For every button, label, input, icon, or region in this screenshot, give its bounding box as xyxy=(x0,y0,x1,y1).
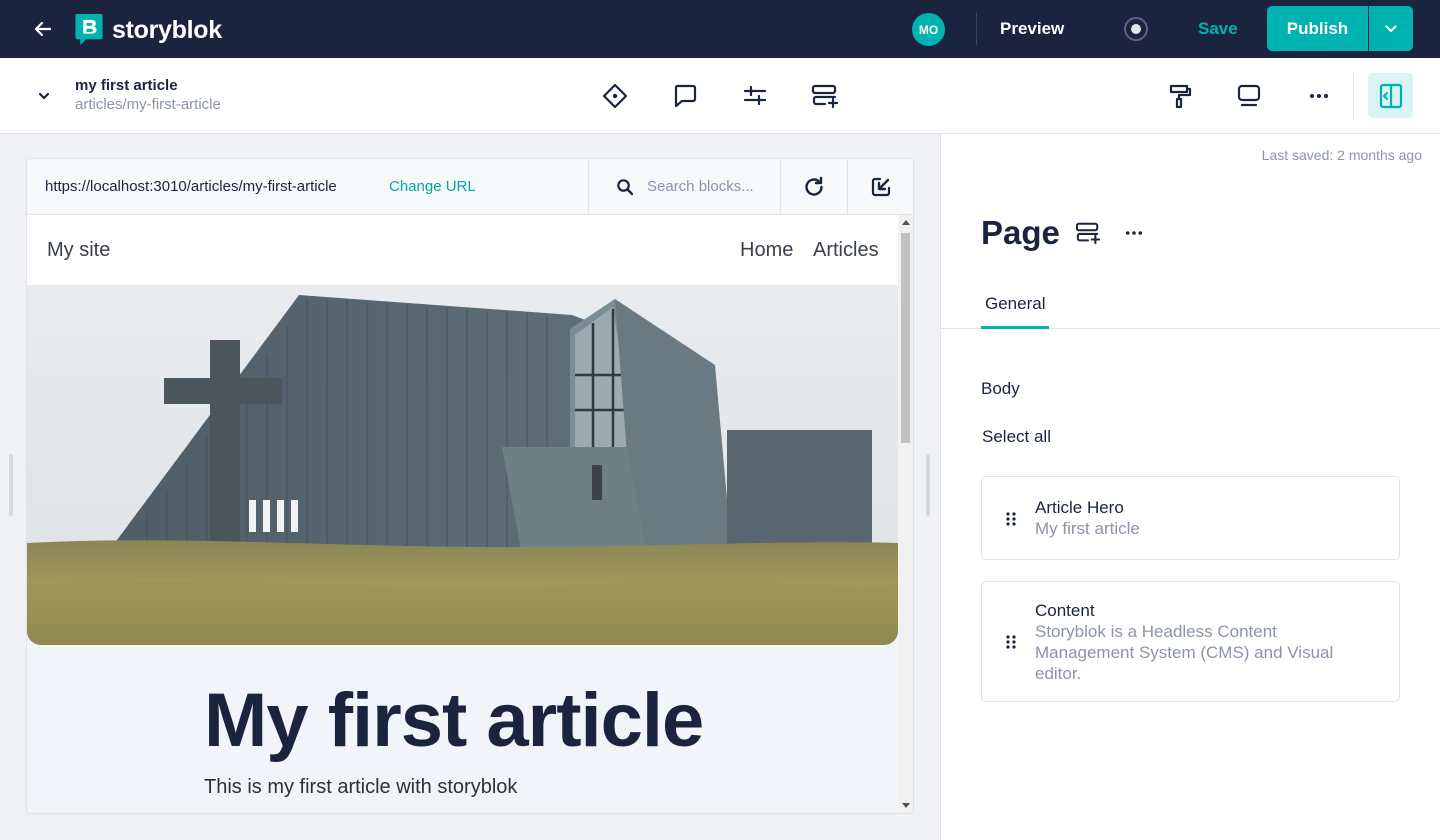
divider xyxy=(976,13,977,45)
toggle-panel-button[interactable] xyxy=(1368,73,1413,118)
reload-button[interactable] xyxy=(780,159,847,214)
storyblok-logo[interactable]: storyblok xyxy=(75,14,222,46)
chevron-down-icon xyxy=(1385,24,1397,32)
scroll-thumb[interactable] xyxy=(901,233,910,443)
top-bar: storyblok MO Preview Save Publish xyxy=(0,0,1440,58)
scroll-up-arrow-icon[interactable] xyxy=(902,220,910,225)
search-blocks xyxy=(588,159,780,214)
refresh-icon xyxy=(805,176,823,196)
chevron-down-icon xyxy=(38,92,50,100)
story-title: my first article xyxy=(75,77,178,94)
site-preview: My site Home Articles My first article T… xyxy=(27,215,898,813)
block-item-article-hero[interactable]: Article Hero My first article xyxy=(981,476,1400,560)
monitor-icon xyxy=(1237,84,1261,107)
divider xyxy=(1353,72,1354,120)
search-icon xyxy=(617,178,634,195)
device-view-button[interactable] xyxy=(1232,79,1266,113)
panel-add-block-button[interactable] xyxy=(1073,218,1103,248)
church-photo xyxy=(27,285,898,645)
save-button[interactable]: Save xyxy=(1188,14,1248,44)
back-button[interactable] xyxy=(28,15,58,43)
add-block-button[interactable] xyxy=(808,79,842,113)
story-slug: articles/my-first-article xyxy=(75,96,221,113)
site-brand[interactable]: My site xyxy=(47,239,110,262)
article-subtitle: This is my first article with storyblok xyxy=(204,776,518,798)
external-link-icon xyxy=(871,177,890,196)
article-hero-image xyxy=(27,285,898,645)
drag-handle-icon[interactable] xyxy=(1004,634,1018,650)
change-url-link[interactable]: Change URL xyxy=(389,178,476,195)
site-nav: My site Home Articles xyxy=(27,215,898,285)
more-horizontal-icon xyxy=(1310,94,1328,98)
panel-tabs: General xyxy=(941,282,1440,329)
block-name: Content xyxy=(1035,601,1095,620)
block-item-content[interactable]: Content Storyblok is a Headless Content … xyxy=(981,581,1400,702)
article-title: My first article xyxy=(204,678,704,763)
publish-dropdown-button[interactable] xyxy=(1369,6,1413,51)
diamond-icon xyxy=(602,83,628,109)
settings-sliders-button[interactable] xyxy=(738,79,772,113)
user-avatar[interactable]: MO xyxy=(912,13,945,46)
panel-more-button[interactable] xyxy=(1119,218,1149,248)
publish-button[interactable]: Publish xyxy=(1267,6,1368,51)
preview-scrollbar[interactable] xyxy=(898,215,913,813)
paint-roller-icon xyxy=(1169,84,1192,109)
right-resize-handle[interactable] xyxy=(926,454,930,516)
preview-frame: https://localhost:3010/articles/my-first… xyxy=(26,158,914,814)
more-horizontal-icon xyxy=(1125,231,1143,235)
open-external-button[interactable] xyxy=(847,159,913,214)
block-add-icon xyxy=(811,84,839,109)
story-toolbar: my first article articles/my-first-artic… xyxy=(0,58,1440,134)
preview-button[interactable]: Preview xyxy=(1000,14,1064,44)
scroll-down-arrow-icon[interactable] xyxy=(902,803,910,808)
comments-button[interactable] xyxy=(668,79,702,113)
record-toggle[interactable] xyxy=(1124,17,1148,41)
sidebar-right-icon xyxy=(1379,83,1402,108)
arrow-left-icon xyxy=(35,22,51,36)
collapse-button[interactable] xyxy=(30,84,58,108)
drag-handle-icon[interactable] xyxy=(1004,511,1018,527)
select-all-link[interactable]: Select all xyxy=(982,427,1051,447)
block-description: Storyblok is a Headless Content Manageme… xyxy=(1035,622,1334,683)
block-add-icon xyxy=(1075,222,1101,245)
site-nav-home[interactable]: Home xyxy=(740,239,793,262)
tab-general[interactable]: General xyxy=(981,294,1050,329)
format-button[interactable] xyxy=(1163,79,1197,113)
content-tool-button[interactable] xyxy=(598,79,632,113)
body-field-label: Body xyxy=(981,379,1020,398)
search-blocks-input[interactable] xyxy=(647,178,777,195)
logo-text: storyblok xyxy=(112,15,222,44)
storyblok-logo-icon xyxy=(75,14,103,46)
panel-title: Page xyxy=(981,214,1060,251)
record-dot-icon xyxy=(1131,24,1141,34)
preview-url: https://localhost:3010/articles/my-first… xyxy=(45,178,337,195)
left-resize-handle[interactable] xyxy=(9,454,13,516)
last-saved-status: Last saved: 2 months ago xyxy=(1261,147,1422,163)
block-name: Article Hero xyxy=(1035,498,1124,517)
sliders-icon xyxy=(743,85,767,106)
site-nav-articles[interactable]: Articles xyxy=(813,239,879,262)
block-description: My first article xyxy=(1035,519,1140,538)
more-options-button[interactable] xyxy=(1302,79,1336,113)
comment-icon xyxy=(674,84,697,108)
block-editor-panel: Last saved: 2 months ago Page General Bo… xyxy=(940,134,1440,840)
preview-area: https://localhost:3010/articles/my-first… xyxy=(0,134,940,840)
preview-url-bar: https://localhost:3010/articles/my-first… xyxy=(27,159,913,215)
